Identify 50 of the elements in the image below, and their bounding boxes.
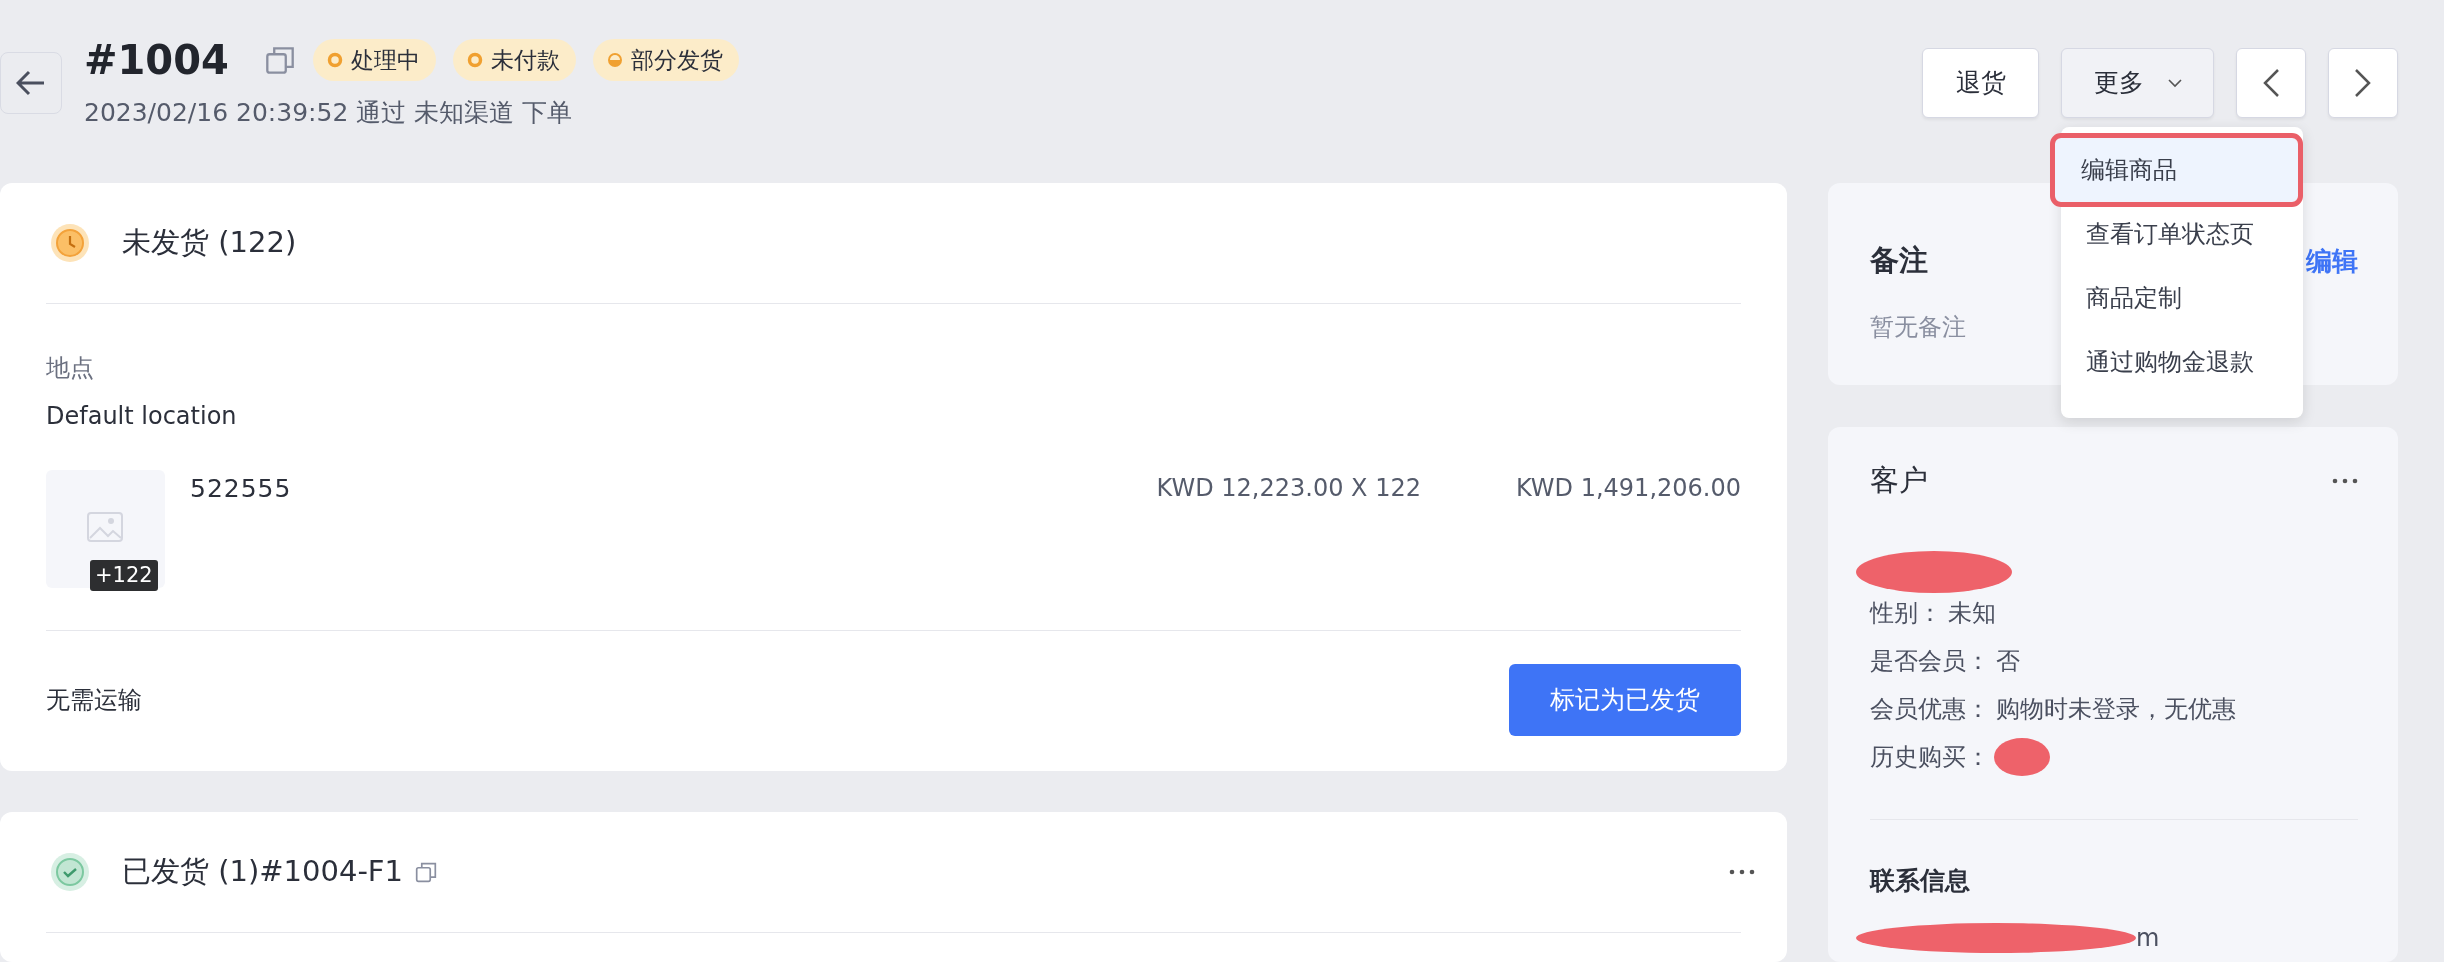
edit-link[interactable]: 编辑 [2306,241,2358,281]
unit-price: KWD 12,223.00 X 122 [1156,473,1421,504]
menu-item[interactable]: 通过购物金退款 [2061,330,2303,394]
status-badge: 未付款 [452,39,576,81]
return-button[interactable]: 退货 [1922,48,2039,118]
order-number: #1004 [84,38,229,82]
notes-empty-text: 暂无备注 [1870,312,1966,343]
mark-as-shipped-button[interactable]: 标记为已发货 [1509,664,1741,736]
field-label: 是否会员： [1870,646,1990,677]
clock-icon [50,223,90,263]
field-label: 历史购买： [1870,742,1990,773]
back-arrow-icon [16,70,46,96]
menu-item[interactable]: 商品定制 [2061,266,2303,330]
previous-button[interactable] [2236,48,2306,118]
status-badge: 处理中 [312,39,436,81]
field-label: 性别： [1870,598,1942,629]
location-name: Default location [46,401,238,432]
customer-title: 客户 [1870,462,1928,500]
field-value: 购物时未登录，无优惠 [1996,694,2236,725]
field-label: 会员优惠： [1870,694,1990,725]
more-options-icon[interactable] [2332,478,2358,484]
shipping-note: 无需运输 [46,685,142,716]
notes-title: 备注 [1870,242,1928,280]
image-placeholder-icon [87,512,123,542]
copy-icon[interactable] [264,45,295,75]
copy-icon[interactable] [415,861,437,883]
more-button[interactable]: 更多 [2061,48,2214,118]
more-options-icon[interactable] [1729,869,1755,875]
chevron-left-icon [2262,68,2280,98]
product-name: 522555 [190,473,292,504]
caret-icon [2167,78,2182,88]
contact-email: m [2136,922,2160,954]
location-label: 地点 [46,353,94,384]
section-title: 已发货 (1)#1004-F1 [122,853,403,891]
status-dot-icon [606,52,623,68]
order-subtitle: 2023/02/16 20:39:52 通过 未知渠道 下单 [84,97,574,129]
check-circle-icon [50,852,90,892]
next-button[interactable] [2328,48,2398,118]
back-button[interactable] [0,52,62,114]
chevron-right-icon [2354,68,2372,98]
section-title: 未发货 (122) [122,224,297,262]
status-dot-icon [466,52,483,68]
field-value: 否 [1996,646,2020,677]
menu-item[interactable]: 查看订单状态页 [2061,202,2303,266]
contact-title: 联系信息 [1870,865,1970,897]
field-value: 未知 [1948,598,1996,629]
status-dot-icon [326,52,343,68]
quantity-badge: +122 [90,559,158,591]
status-badge: 部分发货 [592,39,739,81]
line-total: KWD 1,491,206.00 [1515,473,1741,504]
